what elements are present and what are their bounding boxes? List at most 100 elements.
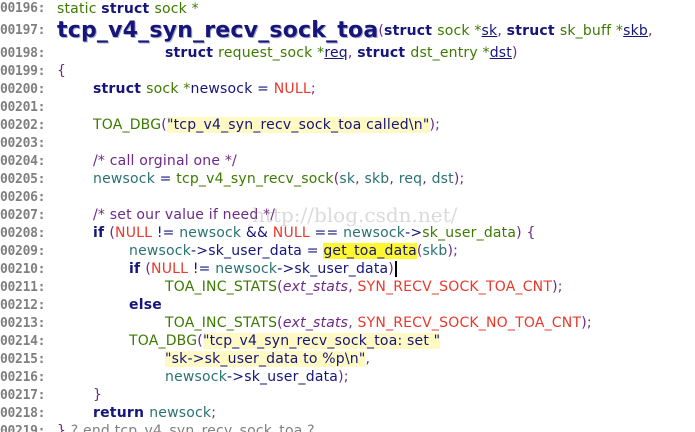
code-token-type: * (615, 22, 624, 39)
code-token-type: static (57, 0, 102, 17)
code-token-id: req (398, 171, 423, 187)
code-token-kw: struct (357, 45, 411, 61)
code-token-p: ) { (516, 225, 536, 241)
code-token-const: SYN_RECV_SOCK_TOA_CNT (357, 279, 553, 295)
code-line[interactable]: 00196: static struct sock * (0, 0, 199, 17)
code-token-mac: TOA_DBG (93, 117, 162, 133)
code-line[interactable]: 00200: struct sock * newsock = NULL; (0, 80, 316, 98)
code-token-param: sk (481, 22, 498, 39)
code-line[interactable]: 00204: /* call orginal one */ (0, 152, 237, 170)
code-text: return newsock; (57, 405, 216, 421)
code-line[interactable]: 00218: return newsock; (0, 404, 216, 422)
code-token-gray: ? end tcp_v4_syn_recv_sock_toa ? (70, 423, 315, 432)
line-number: 00196: (0, 1, 46, 16)
code-token-plain: ->sk_user_data = (191, 243, 324, 259)
code-token-p: ); (429, 117, 441, 133)
code-token-kw: struct (506, 22, 560, 39)
code-line[interactable]: 00203: (0, 134, 57, 152)
code-text: else (57, 297, 162, 313)
code-token-id: newsock (129, 243, 192, 259)
code-token-p: ); (552, 279, 563, 295)
code-line[interactable]: 00217:} (0, 386, 102, 404)
code-text: tcp_v4_syn_recv_sock_toa(struct sock * sk… (57, 18, 653, 43)
code-token-hl: get_toa_data (323, 243, 417, 259)
code-token-id: dst (431, 171, 454, 187)
code-line[interactable]: 00216: newsock ->sk_user_data); (0, 368, 349, 386)
line-number: 00212: (0, 297, 46, 313)
code-text: { (57, 63, 66, 79)
code-line[interactable]: 00211: TOA_INC_STATS(ext_stats, SYN_RECV_… (0, 278, 563, 296)
code-line[interactable]: 00214: TOA_DBG("tcp_v4_syn_recv_sock_toa:… (0, 332, 441, 350)
code-text: TOA_DBG("tcp_v4_syn_recv_sock_toa: set " (57, 333, 441, 349)
code-text: TOA_INC_STATS(ext_stats, SYN_RECV_SOCK_T… (57, 279, 563, 295)
code-token-mac: TOA_INC_STATS (165, 315, 278, 331)
code-token-p: ) (511, 45, 518, 61)
code-text: /* set our value if need */ (57, 207, 275, 223)
line-number: 00209: (0, 243, 46, 259)
code-token-type: dst_entry (410, 45, 483, 61)
code-text: } ? end tcp_v4_syn_recv_sock_toa ? (57, 423, 315, 432)
code-token-type: * (474, 22, 482, 39)
code-token-plain: -> (405, 225, 423, 241)
line-number: 00200: (0, 81, 46, 97)
code-token-id: sk (339, 171, 356, 187)
code-line[interactable]: 00212: else (0, 296, 162, 314)
code-token-p: ; (310, 81, 316, 97)
code-text: newsock ->sk_user_data = get_toa_data(skb… (57, 243, 458, 259)
line-number: 00213: (0, 315, 46, 331)
code-token-const: NULL (151, 261, 189, 277)
code-token-type: request_sock (218, 45, 318, 61)
code-line[interactable]: 00215: "sk->sk_user_data to %p\n", (0, 350, 370, 368)
code-token-p: ); (581, 315, 592, 331)
code-line[interactable]: 00208: if (NULL != newsock && NULL == new… (0, 224, 536, 242)
code-token-type: sk_buff (559, 22, 616, 39)
code-text: TOA_DBG("tcp_v4_syn_recv_sock_toa called… (57, 117, 440, 133)
code-line[interactable]: 00209: newsock ->sk_user_data = get_toa_da… (0, 242, 458, 260)
text-cursor (394, 261, 397, 277)
line-number: 00216: (0, 369, 46, 385)
code-token-cmt: /* call orginal one */ (93, 153, 237, 169)
code-line[interactable]: 00207: /* set our value if need */ (0, 206, 275, 224)
code-line[interactable]: 00202: TOA_DBG("tcp_v4_syn_recv_sock_toa … (0, 116, 440, 134)
code-token-ital: ext_stats (282, 279, 349, 295)
code-token-const: NULL (273, 81, 311, 97)
code-token-p: , (347, 45, 358, 61)
line-number: 00201: (0, 99, 46, 115)
line-number: 00217: (0, 387, 46, 403)
line-number: 00203: (0, 135, 46, 151)
code-token-const: NULL (115, 225, 153, 241)
code-token-type: sock (437, 22, 475, 39)
code-token-id: newsock (179, 225, 242, 241)
line-number: 00197: (0, 23, 46, 38)
code-line[interactable]: 00219:} ? end tcp_v4_syn_recv_sock_toa ? (0, 422, 315, 432)
code-line[interactable]: 00213: TOA_INC_STATS(ext_stats, SYN_RECV_… (0, 314, 592, 332)
code-line[interactable]: 00199: { (0, 62, 66, 80)
code-token-plain: != (188, 261, 216, 277)
line-number: 00204: (0, 153, 46, 169)
code-line[interactable]: 00198: struct request_sock * req, struct d… (0, 44, 518, 62)
code-line[interactable]: 00201: (0, 98, 57, 116)
code-token-type: sk_user_data (422, 225, 517, 241)
code-token-kw: struct (93, 81, 147, 97)
code-token-p: , (648, 22, 653, 39)
line-number: 00218: (0, 405, 46, 421)
code-line[interactable]: 00197: tcp_v4_syn_recv_sock_toa(struct so… (0, 17, 653, 44)
code-text: if (NULL != newsock ->sk_user_data) (57, 261, 397, 277)
code-editor[interactable]: 00196: static struct sock * 00197: tcp_v4_s… (0, 0, 695, 432)
code-token-id: skb (422, 243, 448, 259)
code-token-kw: return (93, 405, 150, 421)
code-line[interactable]: 00206: (0, 188, 57, 206)
code-token-cmt: /* set our value if need */ (93, 207, 276, 223)
code-text: static struct sock * (57, 1, 199, 17)
code-line[interactable]: 00205: newsock = tcp_v4_syn_recv_sock(sk,… (0, 170, 464, 188)
code-text: if (NULL != newsock && NULL == newsock ->… (57, 225, 536, 241)
code-text: struct sock * newsock = NULL; (57, 81, 316, 97)
code-token-kw: else (129, 297, 162, 313)
line-number: 00215: (0, 351, 46, 367)
code-token-type: * (191, 0, 199, 17)
code-token-p: { (57, 63, 67, 79)
code-token-plain: != (152, 225, 180, 241)
code-token-param: skb (623, 22, 649, 39)
code-line[interactable]: 00210: if (NULL != newsock ->sk_user_data) (0, 260, 397, 278)
code-token-type: sock (154, 0, 192, 17)
